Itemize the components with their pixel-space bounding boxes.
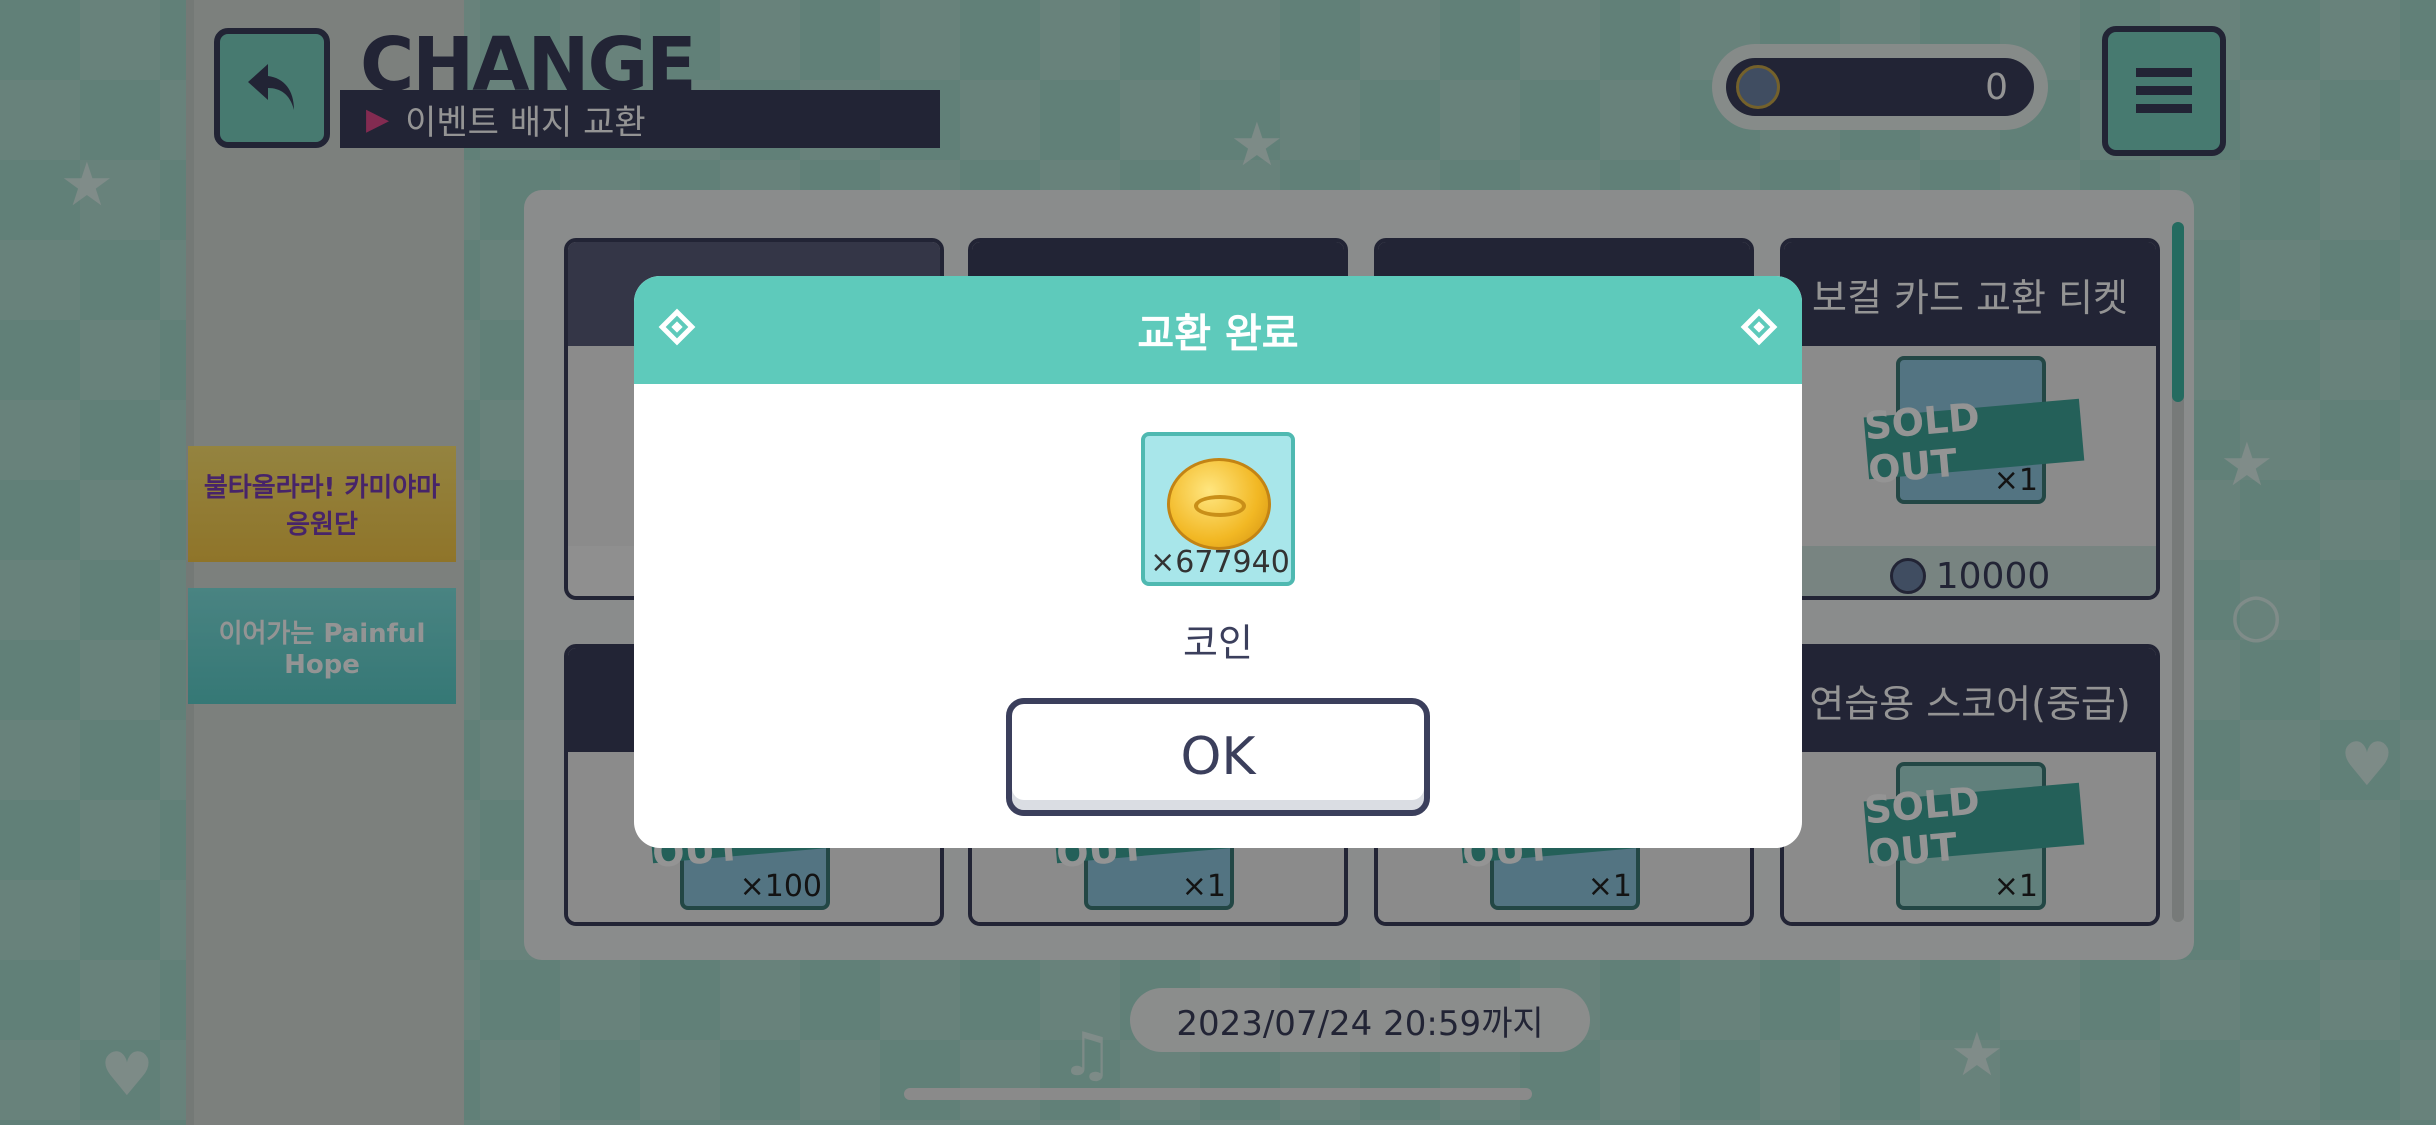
- exchange-complete-dialog: 교환 완료 ×677940 코인 OK: [634, 276, 1802, 848]
- reward-item: ×677940: [1141, 432, 1295, 586]
- dialog-title: 교환 완료: [1137, 311, 1299, 357]
- coin-ring: [1194, 495, 1246, 517]
- coin-icon: [1167, 458, 1271, 550]
- diamond-icon: [1740, 308, 1778, 346]
- reward-name: 코인: [1183, 621, 1253, 665]
- dialog-header: 교환 완료: [634, 276, 1802, 384]
- ok-button[interactable]: OK: [1006, 698, 1430, 816]
- diamond-icon: [658, 308, 696, 346]
- reward-quantity: ×677940: [1150, 545, 1290, 580]
